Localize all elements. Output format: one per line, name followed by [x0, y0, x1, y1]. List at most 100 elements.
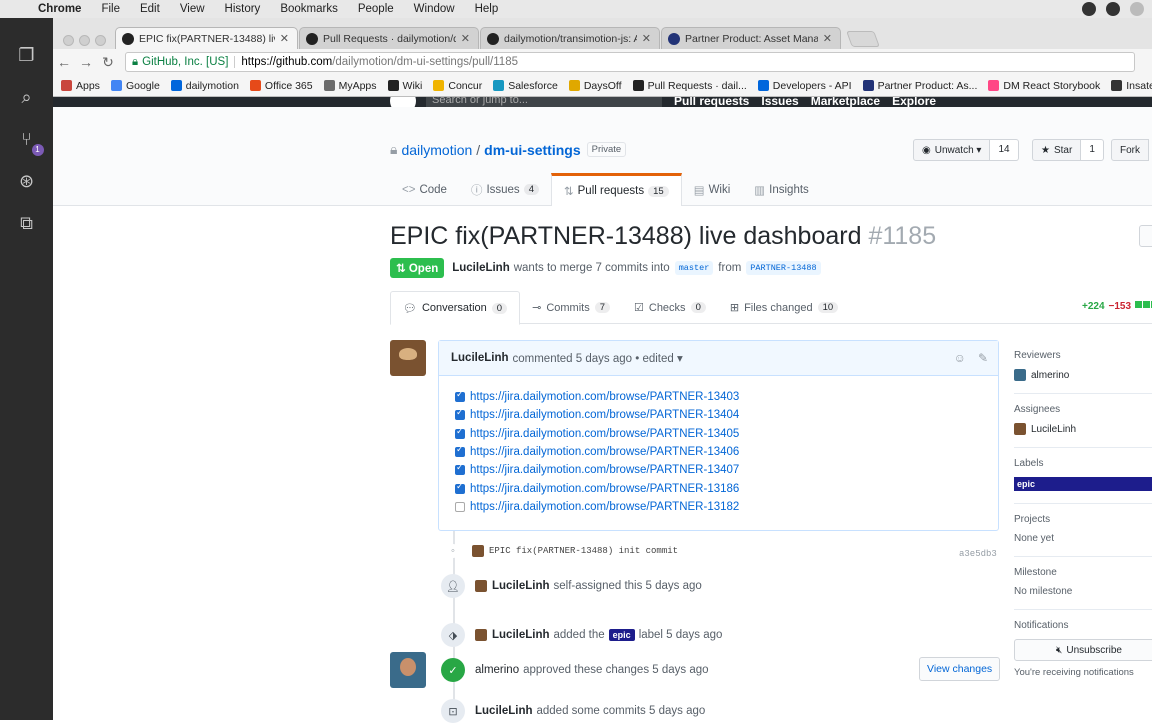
- menu-view[interactable]: View: [180, 3, 205, 15]
- bookmark-concur[interactable]: Concur: [433, 80, 482, 92]
- tab-code[interactable]: <> Code: [390, 173, 459, 206]
- browser-tab[interactable]: Partner Product: Asset Manag ✕: [661, 27, 841, 49]
- task-checkbox[interactable]: [455, 389, 465, 403]
- bookmark-office-365[interactable]: Office 365: [249, 80, 313, 92]
- commit-sha-link[interactable]: a3e5db3: [959, 549, 997, 559]
- reaction-icon[interactable]: ☺: [954, 351, 966, 365]
- bookmark-partner-product-as[interactable]: Partner Product: As...: [862, 80, 977, 92]
- timeline-user-link[interactable]: almerino: [475, 664, 519, 676]
- menu-file[interactable]: File: [101, 3, 120, 15]
- pr-tab-commits[interactable]: ⊸ Commits 7: [520, 291, 622, 324]
- nav-pull-requests[interactable]: Pull requests: [674, 97, 749, 107]
- projects-heading[interactable]: Projects: [1014, 514, 1152, 525]
- milestone-heading[interactable]: Milestone: [1014, 567, 1152, 578]
- tab-wiki[interactable]: ▤ Wiki: [682, 173, 743, 206]
- menu-history[interactable]: History: [225, 3, 261, 15]
- tab-pull-requests[interactable]: ⇅ Pull requests 15: [550, 173, 682, 206]
- new-tab-button[interactable]: [846, 31, 880, 47]
- jira-link[interactable]: https://jira.dailymotion.com/browse/PART…: [470, 391, 739, 403]
- menu-window[interactable]: Window: [414, 3, 455, 15]
- assignees-heading[interactable]: Assignees: [1014, 404, 1152, 415]
- timeline-user-link[interactable]: LucileLinh: [475, 705, 533, 717]
- task-checkbox[interactable]: [455, 407, 465, 421]
- browser-tab[interactable]: Pull Requests · dailymotion/d ✕: [299, 27, 479, 49]
- view-changes-button[interactable]: View changes: [919, 657, 1001, 681]
- watchers-count[interactable]: 14: [990, 139, 1019, 161]
- task-checkbox[interactable]: [455, 462, 465, 476]
- tab-close-icon[interactable]: ✕: [823, 32, 832, 45]
- window-minimize-button[interactable]: [79, 35, 90, 46]
- tab-close-icon[interactable]: ✕: [280, 32, 289, 45]
- browser-tab[interactable]: dailymotion/transimotion-js: A ✕: [480, 27, 660, 49]
- edit-title-button[interactable]: [1139, 225, 1152, 247]
- timeline-user-link[interactable]: LucileLinh: [492, 629, 550, 641]
- timeline-user-link[interactable]: LucileLinh: [492, 580, 550, 592]
- window-zoom-button[interactable]: [95, 35, 106, 46]
- menu-edit[interactable]: Edit: [140, 3, 160, 15]
- status-sync-icon[interactable]: [1130, 2, 1144, 16]
- reviewers-heading[interactable]: Reviewers: [1014, 350, 1152, 361]
- bookmark-developers-api[interactable]: Developers - API: [757, 80, 852, 92]
- author-avatar[interactable]: [390, 340, 426, 376]
- tab-insights[interactable]: ▥ Insights: [742, 173, 821, 206]
- reviewer-avatar[interactable]: [390, 652, 426, 688]
- assignee-item[interactable]: LucileLinh: [1014, 423, 1152, 435]
- epic-label[interactable]: epic: [1014, 477, 1152, 491]
- repo-owner-link[interactable]: dailymotion: [401, 142, 472, 158]
- github-logo-icon[interactable]: [390, 97, 416, 107]
- bookmark-pull-requests-dail[interactable]: Pull Requests · dail...: [632, 80, 747, 92]
- bookmark-myapps[interactable]: MyApps: [323, 80, 377, 92]
- status-app-icon[interactable]: [1082, 2, 1096, 16]
- bookmark-dm-react-storybook[interactable]: DM React Storybook: [988, 80, 1100, 92]
- task-checkbox[interactable]: [455, 426, 465, 439]
- files-icon[interactable]: ❐: [16, 44, 38, 66]
- tab-close-icon[interactable]: ✕: [642, 32, 651, 45]
- jira-link[interactable]: https://jira.dailymotion.com/browse/PART…: [470, 446, 739, 458]
- labels-heading[interactable]: Labels: [1014, 458, 1152, 469]
- repo-name-link[interactable]: dm-ui-settings: [484, 142, 580, 158]
- address-bar[interactable]: 🔒︎ GitHub, Inc. [US] https://github.com …: [125, 52, 1135, 72]
- reload-icon[interactable]: ↻: [97, 54, 119, 71]
- bookmark-insatel[interactable]: Insatel: [1111, 80, 1152, 92]
- fork-button[interactable]: Fork: [1111, 139, 1149, 161]
- pr-author-link[interactable]: LucileLinh: [452, 262, 510, 274]
- source-control-icon[interactable]: ⑂ 1: [16, 128, 44, 156]
- unwatch-button[interactable]: ◉ Unwatch ▾: [913, 139, 991, 161]
- task-checkbox[interactable]: [455, 481, 465, 494]
- menu-help[interactable]: Help: [475, 3, 499, 15]
- bookmark-daysoff[interactable]: DaysOff: [568, 80, 622, 92]
- status-app-icon-2[interactable]: [1106, 2, 1120, 16]
- bookmark-wiki[interactable]: Wiki: [387, 80, 422, 92]
- tab-issues[interactable]: ⓘ Issues 4: [459, 173, 551, 206]
- search-icon[interactable]: ⌕: [16, 86, 38, 108]
- forward-arrow-icon[interactable]: →: [75, 54, 97, 70]
- nav-explore[interactable]: Explore: [892, 97, 936, 107]
- commit-message-link[interactable]: EPIC fix(PARTNER-13488) init commit: [489, 546, 678, 556]
- base-branch[interactable]: master: [674, 261, 714, 275]
- debug-icon[interactable]: ⊛: [16, 170, 38, 192]
- menu-chrome[interactable]: Chrome: [38, 3, 81, 15]
- pr-tab-checks[interactable]: ☑ Checks 0: [622, 291, 718, 324]
- epic-label[interactable]: epic: [608, 629, 635, 641]
- jira-link[interactable]: https://jira.dailymotion.com/browse/PART…: [470, 428, 739, 440]
- jira-link[interactable]: https://jira.dailymotion.com/browse/PART…: [470, 501, 739, 513]
- tab-close-icon[interactable]: ✕: [461, 32, 470, 45]
- nav-marketplace[interactable]: Marketplace: [811, 97, 880, 107]
- search-input[interactable]: Search or jump to...: [426, 97, 662, 107]
- pr-tab-conversation[interactable]: 💬︎ Conversation 0: [390, 291, 521, 325]
- jira-link[interactable]: https://jira.dailymotion.com/browse/PART…: [470, 483, 739, 495]
- unsubscribe-button[interactable]: 🔇︎ Unsubscribe: [1014, 639, 1152, 661]
- bookmark-dailymotion[interactable]: dailymotion: [170, 80, 239, 92]
- browser-tab-active[interactable]: EPIC fix(PARTNER-13488) live ✕: [115, 27, 298, 49]
- menu-people[interactable]: People: [358, 3, 394, 15]
- jira-link[interactable]: https://jira.dailymotion.com/browse/PART…: [470, 409, 739, 421]
- bookmark-salesforce[interactable]: Salesforce: [493, 80, 558, 92]
- stars-count[interactable]: 1: [1081, 139, 1104, 161]
- nav-issues[interactable]: Issues: [761, 97, 798, 107]
- window-close-button[interactable]: [63, 35, 74, 46]
- head-branch[interactable]: PARTNER-13488: [746, 261, 821, 275]
- comment-meta[interactable]: commented 5 days ago • edited ▾: [513, 351, 683, 365]
- bookmark-google[interactable]: Google: [110, 80, 160, 92]
- extensions-icon[interactable]: ⧉: [16, 212, 38, 234]
- bookmark-apps[interactable]: Apps: [61, 80, 100, 92]
